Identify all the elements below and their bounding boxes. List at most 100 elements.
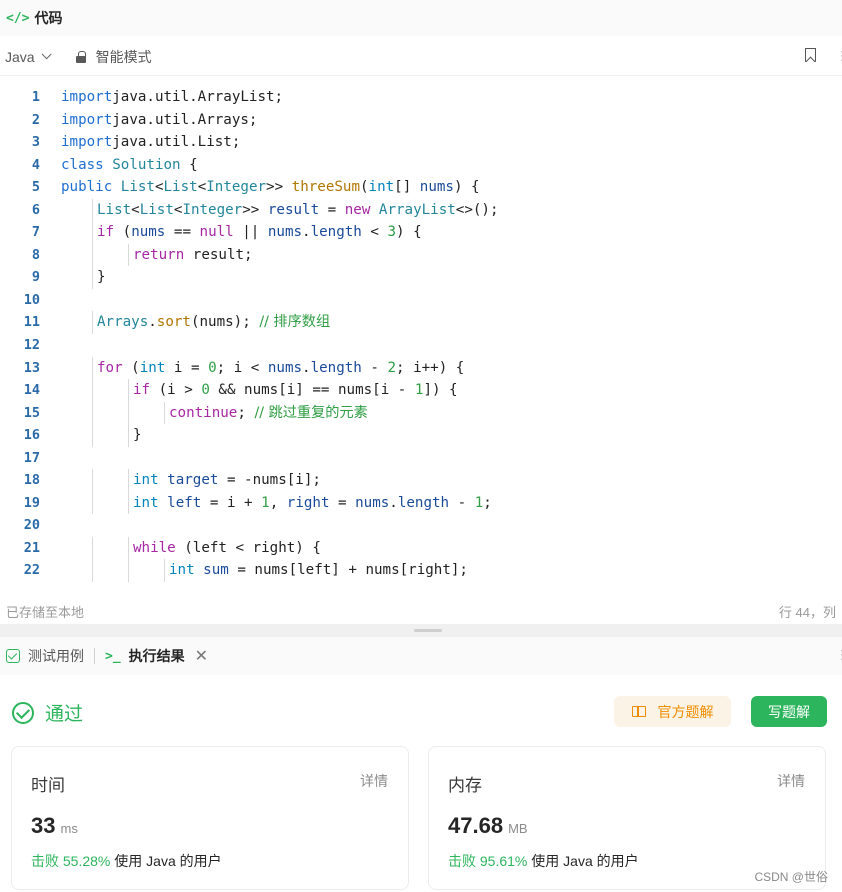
indent-guide: [92, 243, 93, 267]
code-token: ;: [237, 404, 255, 421]
tab-result[interactable]: >_ 执行结果 ✕: [105, 646, 208, 666]
code-line[interactable]: 2 importjava.util.Arrays;: [0, 109, 842, 132]
code-line[interactable]: 6 List<List<Integer>> result = new ArrayL…: [0, 198, 842, 222]
code-token: java.util.ArrayList;: [112, 89, 284, 105]
code-token: nums: [355, 494, 390, 511]
language-select[interactable]: Java: [0, 49, 52, 65]
more-menu-icon[interactable]: ⋮: [836, 8, 842, 25]
code-token: continue: [169, 404, 238, 421]
tab-testcase[interactable]: 测试用例: [6, 646, 84, 666]
code-token: List: [163, 179, 198, 196]
code-token: (left < right) {: [175, 539, 321, 556]
code-token: int: [368, 179, 395, 196]
code-line[interactable]: 18 int target = -nums[i];: [0, 469, 842, 492]
panel-resize-handle[interactable]: [414, 629, 442, 632]
code-token: length: [310, 224, 362, 241]
code-token: java.util.List;: [112, 134, 241, 151]
code-token: java.util.Arrays;: [112, 111, 258, 128]
indent-guide: [92, 536, 93, 560]
smart-mode-toggle[interactable]: 智能模式: [75, 47, 152, 67]
indent-guide: [92, 491, 93, 515]
code-line[interactable]: 7 if (nums == null || nums.length < 3) {: [0, 221, 842, 244]
official-solution-button[interactable]: 官方题解: [614, 696, 731, 727]
code-token: if: [97, 224, 115, 241]
code-line[interactable]: 4 class Solution {: [0, 154, 842, 177]
code-line[interactable]: 21 while (left < right) {: [0, 536, 842, 560]
indent-guide: [164, 401, 165, 425]
close-icon[interactable]: ✕: [195, 646, 208, 666]
memory-number: 47.68: [448, 813, 504, 838]
code-line[interactable]: 17: [0, 447, 842, 470]
runtime-card[interactable]: 时间 详情 33 ms 击败 55.28% 使用 Java 的用户: [11, 746, 409, 890]
code-token: -: [361, 359, 388, 376]
code-line[interactable]: 20: [0, 514, 842, 537]
code-line[interactable]: 3 importjava.util.List;: [0, 131, 842, 154]
code-text: }: [97, 266, 106, 289]
code-token: ArrayList: [378, 201, 456, 218]
code-token: 1: [261, 494, 270, 511]
runtime-value: 33 ms: [31, 813, 78, 839]
code-editor[interactable]: 1 importjava.util.ArrayList; 2 importjava.u…: [0, 86, 842, 586]
check-circle-icon: [12, 701, 34, 724]
write-solution-button[interactable]: 写题解: [751, 696, 827, 727]
code-line[interactable]: 14 if (i > 0 && nums[i] == nums[i - 1]) {: [0, 379, 842, 402]
code-token: ) {: [453, 179, 480, 196]
line-number: 8: [31, 246, 40, 263]
code-text: return result;: [133, 244, 253, 267]
code-token: = nums[left] + nums[right];: [228, 562, 468, 579]
code-token: // 排序数组: [259, 314, 331, 331]
code-line[interactable]: 12: [0, 334, 842, 357]
code-line[interactable]: 5 public List<List<Integer>> threeSum(int…: [0, 176, 842, 199]
code-token: if: [133, 382, 151, 399]
code-line[interactable]: 1 importjava.util.ArrayList;: [0, 86, 842, 109]
line-number: 16: [23, 427, 40, 444]
runtime-detail-link[interactable]: 详情: [360, 771, 388, 791]
code-line[interactable]: 15 continue; // 跳过重复的元素: [0, 401, 842, 425]
line-number: 10: [23, 291, 40, 308]
runtime-beat-prefix: 击败: [31, 853, 59, 869]
line-number: 2: [31, 111, 40, 128]
indent-guide: [92, 221, 93, 244]
code-token: length: [397, 494, 450, 511]
code-token: length: [310, 359, 362, 376]
code-line[interactable]: 8 return result;: [0, 243, 842, 267]
tab-result-label: 执行结果: [128, 648, 185, 664]
code-text: importjava.util.List;: [61, 131, 240, 154]
indent-guide: [128, 536, 129, 560]
code-line[interactable]: 9}: [0, 266, 842, 289]
indent-guide: [128, 424, 129, 447]
editor-toolbar: Java 智能模式 ⋮: [0, 38, 842, 76]
code-token: = -nums[i];: [218, 472, 321, 489]
book-icon: [631, 706, 646, 717]
code-token: }: [97, 269, 106, 286]
code-token: <: [131, 201, 140, 218]
code-line[interactable]: 11 Arrays.sort(nums); // 排序数组: [0, 311, 842, 335]
code-token: >>: [266, 179, 292, 196]
code-line[interactable]: 22 int sum = nums[left] + nums[right];: [0, 559, 842, 583]
code-token: =: [319, 201, 345, 218]
code-panel-header: </> 代码 ⋮: [0, 0, 842, 36]
code-line[interactable]: 19 int left = i + 1, right = nums.length …: [0, 491, 842, 515]
code-token: int: [139, 359, 166, 376]
code-token: -: [449, 494, 475, 511]
code-token: nums: [131, 224, 166, 241]
code-line[interactable]: 16}: [0, 424, 842, 447]
line-number: 11: [23, 314, 40, 331]
indent-guide: [92, 379, 93, 402]
code-line[interactable]: 10: [0, 289, 842, 312]
line-number: 14: [23, 382, 40, 399]
more-menu-icon[interactable]: ⋮: [836, 48, 842, 64]
code-token: 3: [387, 224, 397, 241]
more-menu-icon[interactable]: ⋮: [836, 647, 842, 663]
code-line[interactable]: 13 for (int i = 0; i < nums.length - 2; i…: [0, 356, 842, 380]
memory-detail-link[interactable]: 详情: [777, 771, 805, 791]
code-text: int sum = nums[left] + nums[right];: [169, 559, 468, 582]
indent-guide: [92, 559, 93, 583]
code-token: return: [133, 246, 185, 263]
code-token: public: [61, 179, 113, 196]
code-text: if (i > 0 && nums[i] == nums[i - 1]) {: [133, 379, 458, 402]
code-token: 2: [387, 359, 396, 376]
code-token: // 跳过重复的元素: [254, 404, 368, 421]
bookmark-icon[interactable]: [805, 48, 816, 62]
